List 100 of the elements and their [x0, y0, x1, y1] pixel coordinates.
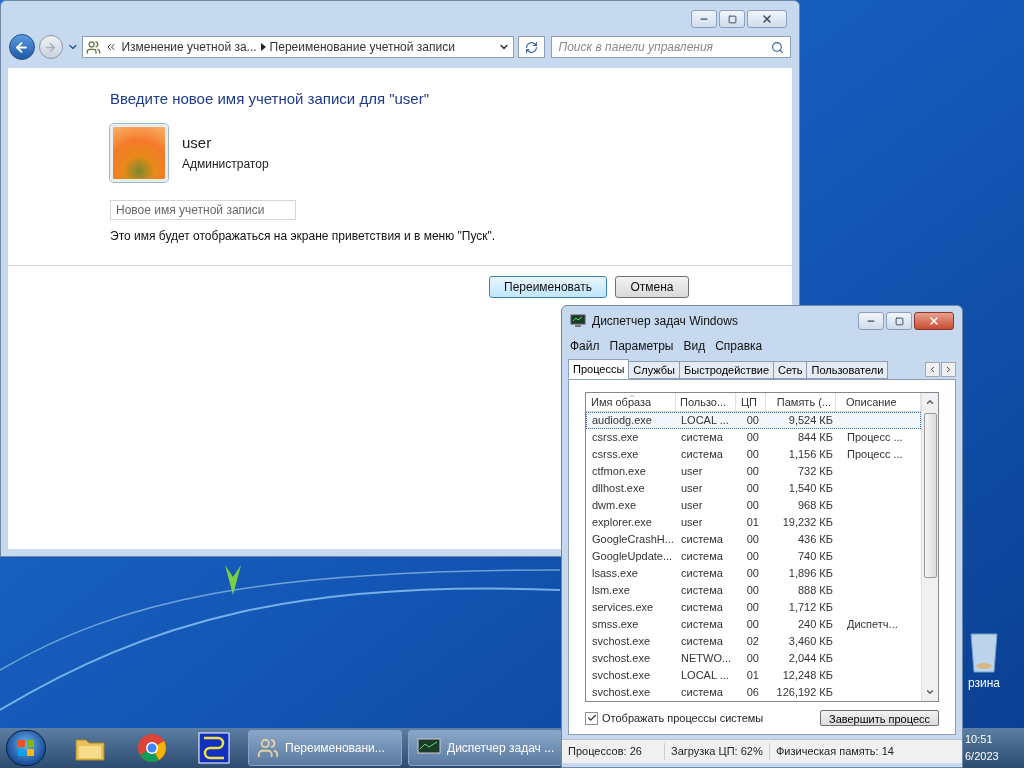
process-row[interactable]: svchost.exe система 02 3,460 КБ [586, 633, 921, 650]
scroll-up-icon[interactable] [925, 397, 935, 407]
menu-item[interactable]: Параметры [605, 337, 678, 355]
refresh-icon [525, 40, 539, 54]
table-cell-text: 00 [745, 464, 760, 480]
refresh-button[interactable] [517, 36, 546, 58]
process-row[interactable]: svchost.exe LOCAL ... 01 12,248 КБ [586, 667, 921, 684]
process-row[interactable]: explorer.exe user 01 19,232 КБ [586, 514, 921, 531]
menu-item[interactable]: Вид [679, 337, 710, 355]
column-header[interactable]: Пользо... [676, 393, 736, 411]
table-cell-text: 02 [745, 634, 760, 650]
table-cell-text: svchost.exe [591, 634, 652, 650]
checkbox-label: Отображать процессы системы [602, 711, 764, 726]
table-cell-text: 844 КБ [796, 430, 834, 446]
close-icon [928, 315, 940, 327]
scrollbar[interactable] [921, 393, 938, 701]
status-text: Физическая память: 14 [775, 744, 895, 760]
dialog-button[interactable]: Отмена [615, 275, 689, 298]
table-cell-text: система [680, 617, 724, 633]
table-cell-text: NETWO... [680, 651, 733, 667]
process-row[interactable]: lsm.exe система 00 888 КБ [586, 582, 921, 599]
process-row[interactable]: svchost.exe система 06 126,192 КБ [586, 684, 921, 701]
tab-scroll-left-button[interactable] [925, 362, 940, 377]
menu-item[interactable]: Файл [566, 337, 604, 355]
close-button[interactable] [747, 10, 787, 28]
end-process-button[interactable]: Завершить процесс [820, 710, 939, 727]
process-row[interactable]: dwm.exe user 00 968 КБ [586, 497, 921, 514]
table-cell-text: система [680, 583, 724, 599]
start-button[interactable] [6, 730, 46, 766]
process-row[interactable]: dllhost.exe user 00 1,540 КБ [586, 480, 921, 497]
table-cell-text: user [680, 481, 704, 497]
table-cell-text: svchost.exe [591, 651, 652, 667]
column-header[interactable]: ЦП [736, 393, 766, 411]
back-button[interactable] [9, 34, 35, 60]
process-row[interactable]: GoogleCrashH... система 00 436 КБ [586, 531, 921, 548]
scrollbar-thumb[interactable] [923, 413, 937, 578]
desktop-icon-label[interactable]: рзина [967, 674, 1000, 692]
users-icon [257, 737, 279, 759]
table-cell-text: explorer.exe [591, 515, 653, 531]
table-cell-text: Диспетч... [846, 617, 899, 633]
process-row[interactable]: smss.exe система 00 240 КБ Диспетч... [586, 616, 921, 633]
process-row[interactable]: ctfmon.exe user 00 732 КБ [586, 463, 921, 480]
table-cell-text: система [680, 532, 724, 548]
table-cell-text: svchost.exe [591, 685, 652, 701]
table-cell-text: 00 [745, 430, 760, 446]
table-cell-text: 00 [745, 549, 760, 565]
table-cell-text: система [680, 430, 724, 446]
minimize-button[interactable] [858, 312, 884, 330]
menu-item[interactable]: Справка [711, 337, 767, 355]
process-row[interactable]: GoogleUpdate... система 00 740 КБ [586, 548, 921, 565]
tab[interactable]: Процессы [568, 359, 630, 379]
process-row[interactable]: csrss.exe система 00 1,156 КБ Процесс ... [586, 446, 921, 463]
table-cell-text: audiodg.exe [591, 413, 653, 429]
table-cell-text: 00 [745, 532, 760, 548]
table-cell-text: GoogleCrashH... [591, 532, 675, 548]
table-cell-text: 1,156 КБ [787, 447, 834, 463]
table-cell-text: smss.exe [591, 617, 640, 633]
process-row[interactable]: svchost.exe NETWO... 00 2,044 КБ [586, 650, 921, 667]
table-cell-text: 888 КБ [796, 583, 834, 599]
minimize-button[interactable] [691, 10, 717, 28]
tab[interactable]: Службы [628, 361, 681, 379]
address-bar[interactable]: Изменение учетной за... Переименование учетной записи [82, 36, 514, 58]
breadcrumb[interactable]: Переименование учетной записи [269, 38, 455, 56]
tab[interactable]: Быстродействие [679, 361, 774, 379]
table-cell-text: ctfmon.exe [591, 464, 647, 480]
search-field[interactable]: Поиск в панели управления [551, 36, 791, 58]
table-cell-text: система [680, 685, 724, 701]
process-row[interactable]: services.exe система 00 1,712 КБ [586, 599, 921, 616]
breadcrumb[interactable]: Изменение учетной за... [121, 38, 257, 56]
table-cell-text: 00 [745, 617, 760, 633]
table-cell-text: система [680, 549, 724, 565]
show-all-checkbox[interactable] [585, 711, 598, 725]
table-cell-text: GoogleUpdate... [591, 549, 674, 565]
table-cell-text: user [680, 464, 704, 480]
column-header[interactable]: Память (... [766, 393, 836, 411]
process-row[interactable]: csrss.exe система 00 844 КБ Процесс ... [586, 429, 921, 446]
tab[interactable]: Сеть [773, 361, 808, 379]
process-row[interactable]: lsass.exe система 00 1,896 КБ [586, 565, 921, 582]
table-cell-text: 00 [745, 481, 760, 497]
column-header[interactable]: Имя образа [586, 393, 676, 411]
chevrons-icon [105, 41, 118, 53]
new-name-field[interactable]: Новое имя учетной записи [110, 199, 296, 220]
scroll-down-icon[interactable] [925, 687, 935, 697]
table-cell-text: services.exe [591, 600, 655, 616]
account-role: Администратор [182, 155, 269, 173]
maximize-button[interactable] [719, 10, 745, 28]
table-cell-text: csrss.exe [591, 447, 640, 463]
table-cell-text: Процесс ... [846, 447, 904, 463]
recycle-bin-icon[interactable] [969, 630, 999, 674]
account-name: user [182, 133, 213, 154]
process-row[interactable]: audiodg.exe LOCAL ... 00 9,524 КБ [586, 412, 921, 429]
close-button[interactable] [914, 312, 954, 330]
maximize-icon [727, 14, 737, 24]
tab[interactable]: Пользователи [806, 361, 889, 379]
table-cell-text: 1,712 КБ [787, 600, 834, 616]
hint-text: Это имя будет отображаться на экране приветствия и в меню "Пуск". [110, 227, 497, 245]
maximize-button[interactable] [886, 312, 912, 330]
tab-scroll-right-button[interactable] [941, 362, 956, 377]
status-text: Процессов: 26 [562, 743, 665, 760]
dialog-button[interactable]: Переименовать [489, 275, 607, 298]
